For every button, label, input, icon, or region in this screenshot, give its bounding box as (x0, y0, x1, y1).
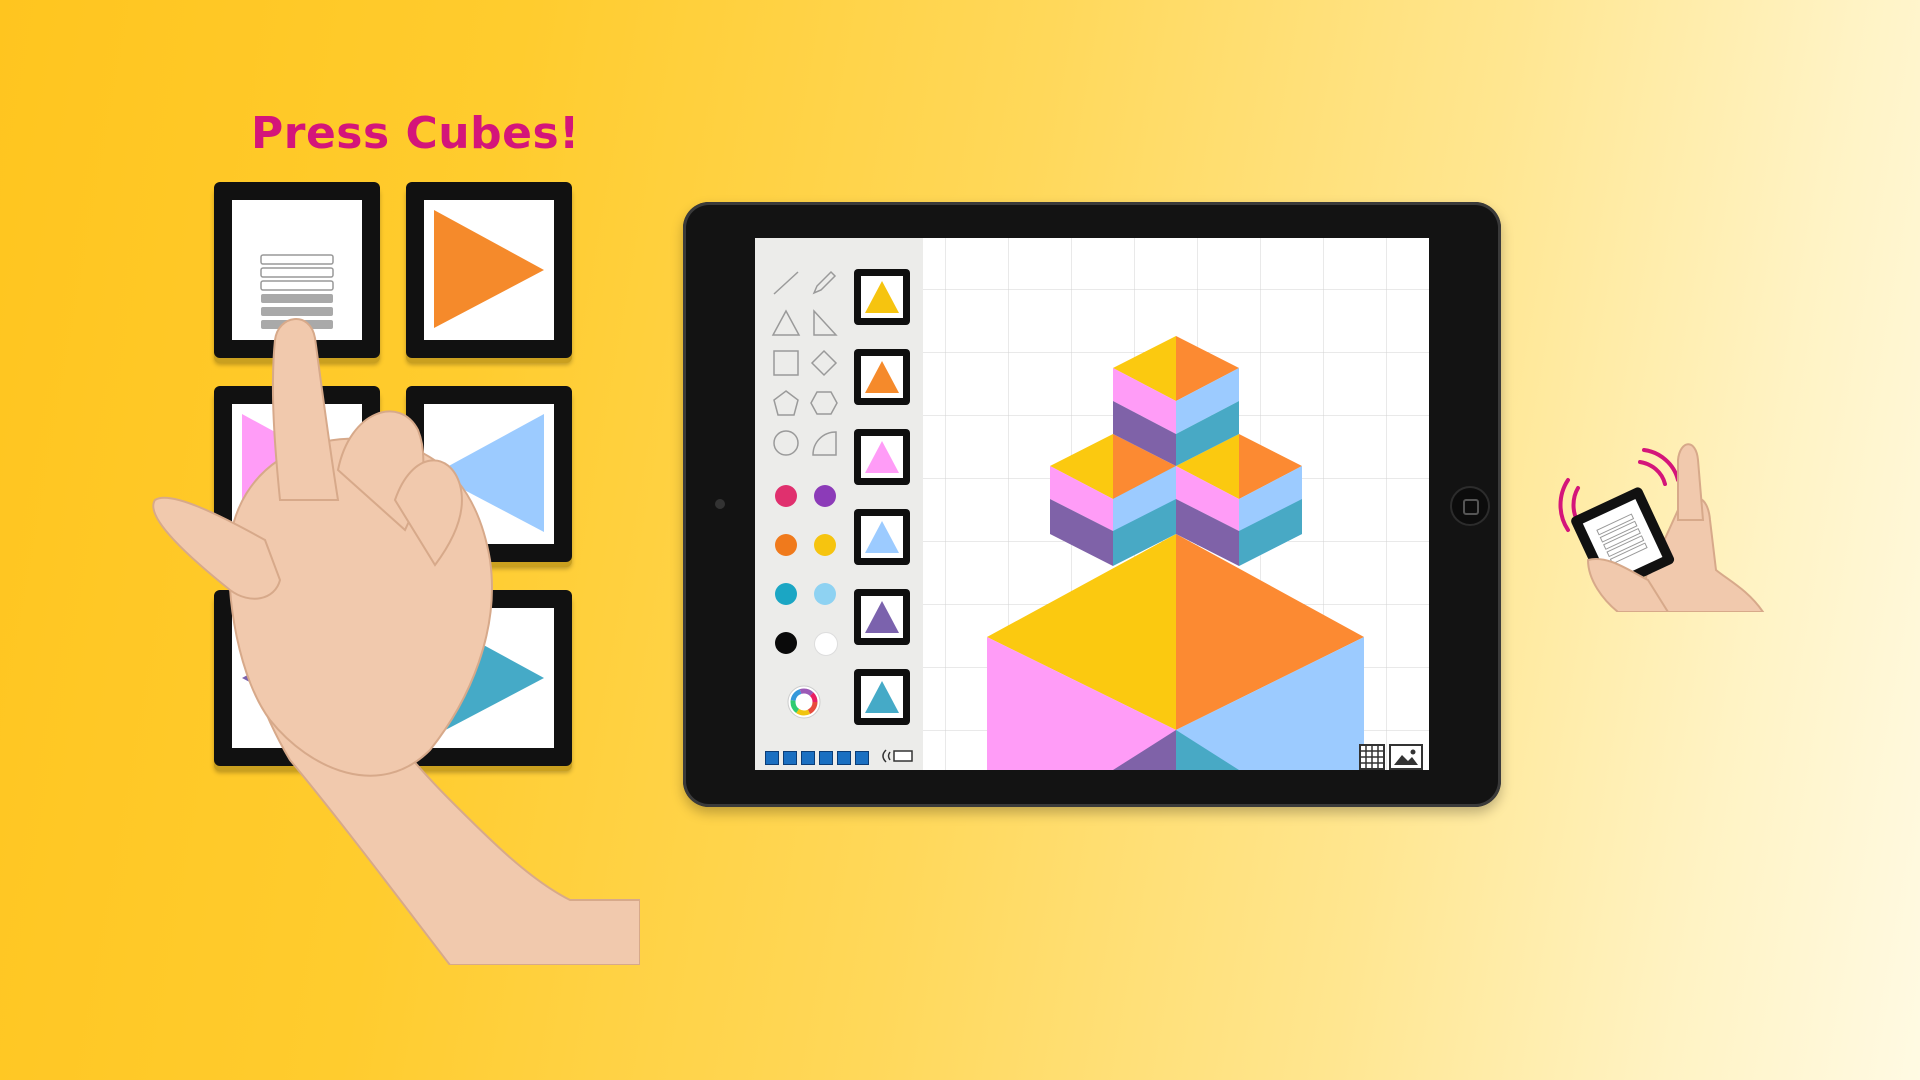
line-icon[interactable] (771, 268, 801, 298)
shape-button-yellow[interactable] (854, 269, 910, 325)
pentagon-icon[interactable] (771, 388, 801, 418)
cube-purple-triangle[interactable] (214, 590, 380, 766)
shape-button-teal[interactable] (854, 669, 910, 725)
home-button[interactable] (1450, 486, 1490, 526)
drawing-canvas[interactable] (923, 238, 1429, 770)
wireless-signal-icon (1558, 448, 1680, 532)
page-indicator[interactable] (819, 751, 833, 765)
tablet-device (683, 202, 1501, 807)
color-swatch-teal[interactable] (775, 583, 797, 605)
shape-button-orange[interactable] (854, 349, 910, 405)
list-icon (260, 254, 334, 329)
shape-button-pink[interactable] (854, 429, 910, 485)
triangle-left-icon (434, 414, 544, 532)
triangle-icon[interactable] (771, 308, 801, 338)
camera-icon (715, 499, 725, 509)
triangle-up-icon (865, 361, 899, 393)
page-indicator[interactable] (783, 751, 797, 765)
grid-toggle-icon[interactable] (1359, 744, 1385, 770)
shape-button-light-blue[interactable] (854, 509, 910, 565)
triangle-right-icon (242, 414, 352, 532)
press-cubes-heading: Press Cubes! (251, 108, 580, 159)
color-swatch-yellow[interactable] (814, 534, 836, 556)
cube-list[interactable] (214, 182, 380, 358)
circle-icon[interactable] (771, 428, 801, 458)
color-swatch-magenta[interactable] (775, 485, 797, 507)
triangle-right-icon (434, 618, 544, 736)
color-swatch-light-blue[interactable] (814, 583, 836, 605)
tool-panel (755, 238, 924, 770)
hexagon-icon[interactable] (809, 388, 839, 418)
page-indicator[interactable] (801, 751, 815, 765)
small-cube (1571, 487, 1675, 594)
image-icon[interactable] (1389, 744, 1423, 770)
color-swatch-purple[interactable] (814, 485, 836, 507)
color-swatch-black[interactable] (775, 632, 797, 654)
triangle-up-icon (865, 441, 899, 473)
triangle-right-icon (434, 210, 544, 328)
cube-pink-triangle[interactable] (214, 386, 380, 562)
hand-holding-cube-illustration (1558, 443, 1765, 612)
wireless-signal-icon (882, 749, 913, 763)
page-indicator[interactable] (837, 751, 851, 765)
page-indicator[interactable] (855, 751, 869, 765)
cube-teal-triangle[interactable] (406, 590, 572, 766)
triangle-up-icon (865, 521, 899, 553)
color-swatch-white[interactable] (814, 632, 838, 656)
shape-button-purple[interactable] (854, 589, 910, 645)
cube-orange-triangle[interactable] (406, 182, 572, 358)
triangle-up-icon (865, 281, 899, 313)
page-indicator[interactable] (765, 751, 779, 765)
right-triangle-icon[interactable] (809, 308, 839, 338)
color-swatch-orange[interactable] (775, 534, 797, 556)
diamond-icon[interactable] (809, 348, 839, 378)
square-icon[interactable] (771, 348, 801, 378)
drawing-app-screen (755, 238, 1429, 770)
triangle-up-icon (865, 601, 899, 633)
triangle-left-icon (242, 618, 352, 736)
color-wheel-icon[interactable] (786, 684, 822, 720)
pencil-icon[interactable] (809, 268, 839, 298)
quarter-circle-icon[interactable] (809, 428, 839, 458)
cube-blue-triangle[interactable] (406, 386, 572, 562)
triangle-up-icon (865, 681, 899, 713)
